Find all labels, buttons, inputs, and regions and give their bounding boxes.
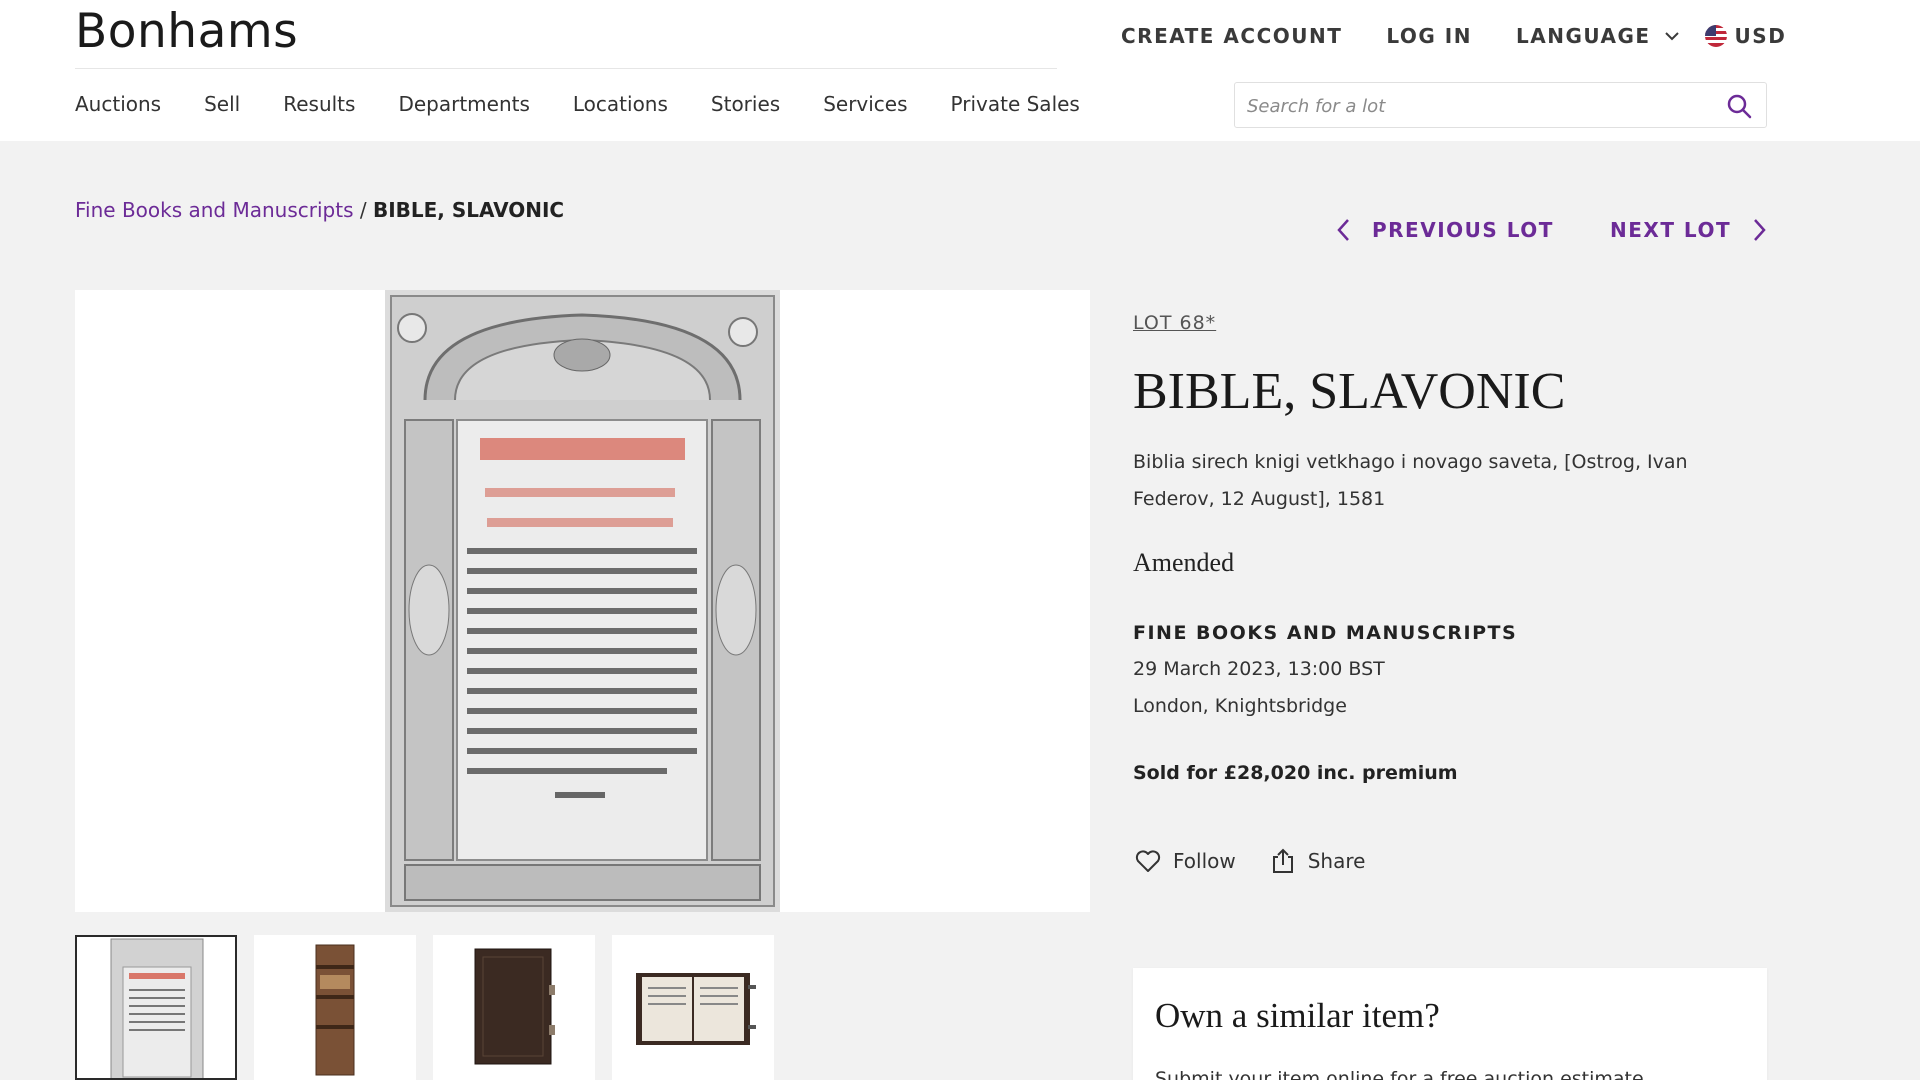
lot-details: LOT 68* BIBLE, SLAVONIC Biblia sirech kn…	[1133, 312, 1773, 873]
nav-auctions[interactable]: Auctions	[75, 92, 161, 116]
nav-departments[interactable]: Departments	[398, 92, 529, 116]
bonhams-logo[interactable]: Bonhams	[75, 4, 298, 59]
image-viewer	[75, 290, 1090, 912]
lot-title: BIBLE, SLAVONIC	[1133, 363, 1566, 420]
follow-button[interactable]: Follow	[1133, 846, 1236, 876]
lot-main-image[interactable]	[385, 290, 780, 912]
breadcrumb-link-department[interactable]: Fine Books and Manuscripts	[75, 198, 354, 222]
thumbnail-strip	[75, 935, 791, 1080]
thumbnail-title-page-image	[77, 937, 235, 1078]
share-button[interactable]: Share	[1268, 846, 1366, 876]
next-lot-button[interactable]: NEXT LOT	[1610, 215, 1769, 245]
account-links: CREATE ACCOUNT LOG IN LANGUAGE USD	[1121, 22, 1786, 50]
nav-stories[interactable]: Stories	[711, 92, 780, 116]
sale-location: London, Knightsbridge	[1133, 695, 1347, 717]
header-divider	[75, 68, 1057, 69]
lot-actions: Follow Share	[1133, 844, 1397, 878]
currency-label: USD	[1734, 24, 1787, 48]
site-header: Bonhams CREATE ACCOUNT LOG IN LANGUAGE U…	[0, 0, 1920, 141]
chevron-down-icon	[1664, 32, 1679, 41]
share-icon	[1272, 848, 1293, 873]
lot-description: Biblia sirech knigi vetkhago i novago sa…	[1133, 451, 1688, 510]
amended-label: Amended	[1133, 548, 1235, 577]
next-lot-label: NEXT LOT	[1610, 218, 1732, 242]
previous-lot-button[interactable]: PREVIOUS LOT	[1334, 215, 1554, 245]
lot-number[interactable]: LOT 68*	[1133, 312, 1773, 334]
thumbnail-spine-image	[254, 935, 416, 1080]
nav-locations[interactable]: Locations	[573, 92, 668, 116]
chevron-left-icon	[1337, 219, 1349, 241]
currency-selector[interactable]: USD	[1704, 24, 1787, 48]
thumbnail-cover[interactable]	[433, 935, 595, 1080]
own-similar-item-card: Own a similar item? Submit your item onl…	[1133, 968, 1767, 1080]
share-label: Share	[1307, 849, 1366, 873]
us-flag-icon	[1704, 25, 1727, 47]
similar-item-title: Own a similar item?	[1155, 996, 1440, 1035]
chevron-right-icon	[1754, 219, 1766, 241]
sale-name-link[interactable]: FINE BOOKS AND MANUSCRIPTS	[1133, 622, 1517, 644]
thumbnail-open-book[interactable]	[612, 935, 774, 1080]
breadcrumb: Fine Books and Manuscripts / BIBLE, SLAV…	[75, 198, 564, 222]
nav-private-sales[interactable]: Private Sales	[951, 92, 1080, 116]
main-navigation: Auctions Sell Results Departments Locati…	[75, 92, 1123, 116]
log-in-link[interactable]: LOG IN	[1386, 24, 1472, 48]
thumbnail-title-page[interactable]	[75, 935, 237, 1080]
language-label: LANGUAGE	[1515, 24, 1651, 48]
language-dropdown[interactable]: LANGUAGE	[1516, 24, 1681, 48]
breadcrumb-separator: /	[353, 198, 373, 222]
search-box	[1234, 82, 1767, 128]
nav-sell[interactable]: Sell	[204, 92, 240, 116]
follow-label: Follow	[1173, 849, 1236, 873]
previous-lot-label: PREVIOUS LOT	[1372, 218, 1554, 242]
sale-date: 29 March 2023, 13:00 BST	[1133, 658, 1385, 680]
nav-results[interactable]: Results	[283, 92, 355, 116]
thumbnail-cover-image	[433, 935, 595, 1080]
heart-icon	[1135, 850, 1161, 872]
search-input[interactable]	[1247, 93, 1707, 119]
create-account-link[interactable]: CREATE ACCOUNT	[1121, 24, 1342, 48]
sold-price: Sold for £28,020 inc. premium	[1133, 762, 1458, 784]
thumbnail-open-book-image	[612, 935, 774, 1080]
breadcrumb-current: BIBLE, SLAVONIC	[372, 198, 565, 222]
similar-item-text: Submit your item online for a free aucti…	[1155, 1068, 1650, 1080]
search-icon[interactable]	[1726, 93, 1752, 119]
nav-services[interactable]: Services	[823, 92, 907, 116]
thumbnail-spine[interactable]	[254, 935, 416, 1080]
